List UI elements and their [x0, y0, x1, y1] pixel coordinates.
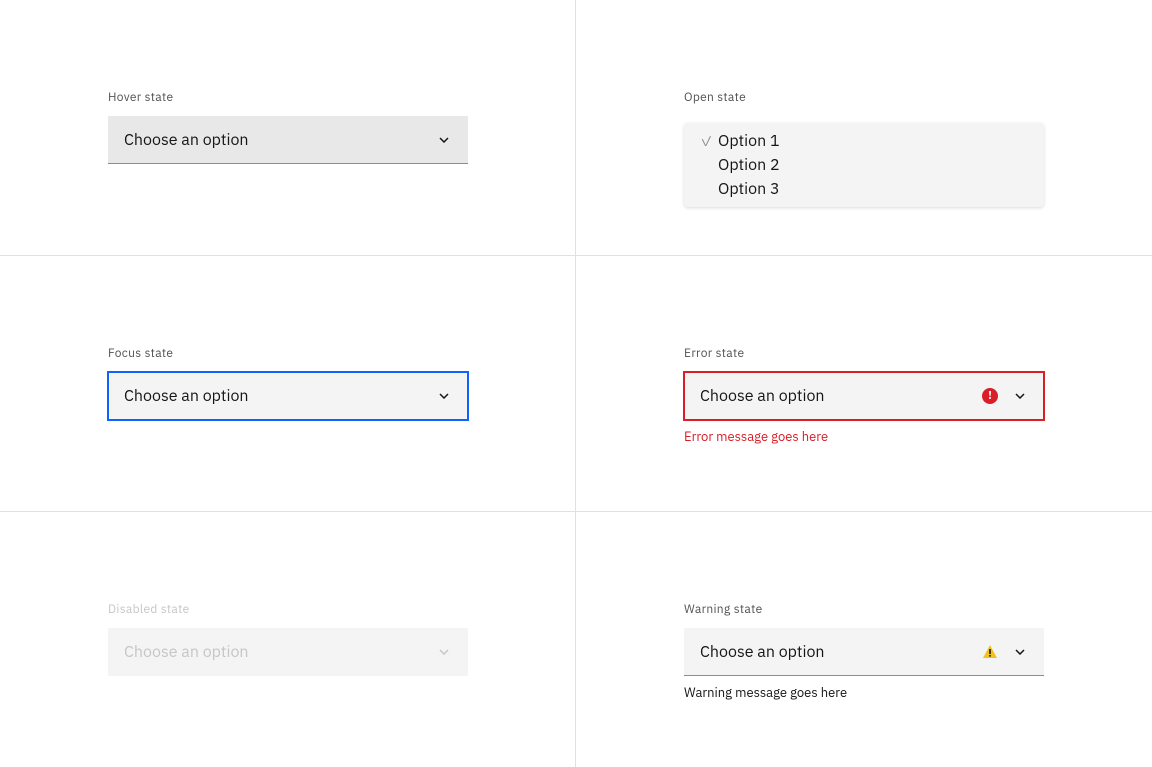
cell-warning-state: Warning state Choose an option Warning m… [576, 512, 1152, 767]
cell-open-state: Open state ✓ Option 1 Option 2 Option 3 [576, 0, 1152, 256]
disabled-state-label: Disabled state [108, 602, 190, 617]
error-state-label: Error state [684, 346, 744, 361]
cell-disabled-state: Disabled state Choose an option [0, 512, 576, 767]
check-icon: ✓ [700, 132, 718, 150]
chevron-down-icon [436, 132, 452, 148]
focus-state-label: Focus state [108, 346, 173, 361]
dropdown-focus[interactable]: Choose an option [108, 372, 468, 420]
dropdown-hover-text: Choose an option [124, 130, 249, 150]
warning-state-label: Warning state [684, 602, 762, 617]
dropdown-error[interactable]: Choose an option ! [684, 372, 1044, 420]
menu-option-2-label: Option 2 [718, 155, 780, 175]
chevron-down-icon [436, 644, 452, 660]
chevron-down-icon [1012, 644, 1028, 660]
error-message: Error message goes here [684, 428, 828, 445]
menu-option-1-label: Option 1 [718, 131, 780, 151]
dropdown-error-text: Choose an option [700, 386, 825, 406]
dropdown-open-menu: ✓ Option 1 Option 2 Option 3 [684, 123, 1044, 207]
dropdown-disabled: Choose an option [108, 628, 468, 676]
dropdown-focus-text: Choose an option [124, 386, 249, 406]
error-icon: ! [982, 388, 998, 404]
warning-icon [982, 644, 998, 660]
dropdown-disabled-text: Choose an option [124, 642, 249, 662]
hover-state-label: Hover state [108, 90, 173, 105]
menu-option-2[interactable]: Option 2 [684, 153, 1044, 177]
warning-message: Warning message goes here [684, 684, 847, 701]
cell-error-state: Error state Choose an option ! Error mes… [576, 256, 1152, 512]
menu-option-3-label: Option 3 [718, 179, 780, 199]
chevron-down-icon [436, 388, 452, 404]
menu-option-3[interactable]: Option 3 [684, 177, 1044, 201]
dropdown-warning-text: Choose an option [700, 642, 825, 662]
dropdown-hover[interactable]: Choose an option [108, 116, 468, 164]
open-state-label: Open state [684, 90, 746, 105]
cell-focus-state: Focus state Choose an option [0, 256, 576, 512]
dropdown-warning[interactable]: Choose an option [684, 628, 1044, 676]
chevron-down-icon [1012, 388, 1028, 404]
menu-option-1[interactable]: ✓ Option 1 [684, 129, 1044, 153]
cell-hover-state: Hover state Choose an option [0, 0, 576, 256]
